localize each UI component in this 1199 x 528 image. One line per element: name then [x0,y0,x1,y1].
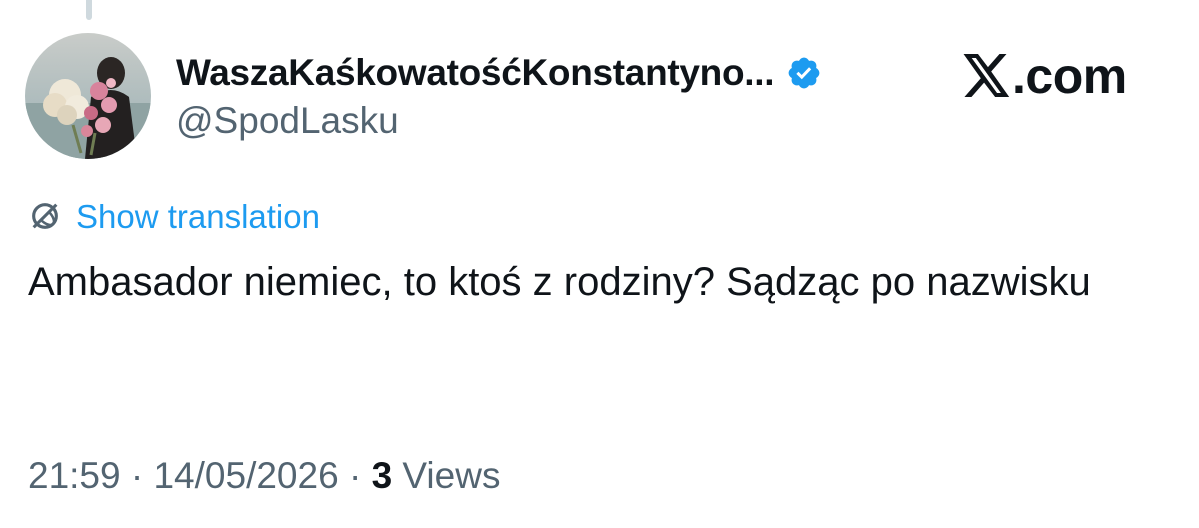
views-count[interactable]: 3 [372,455,393,496]
author-name-row[interactable]: WaszaKaśkowatośćKonstantyno... [176,50,822,96]
tweet-time[interactable]: 21:59 [28,455,121,496]
meta-separator-2: · [348,455,362,496]
views-label[interactable]: Views [402,455,500,496]
author-handle[interactable]: @SpodLasku [176,100,399,142]
tweet-date[interactable]: 14/05/2026 [153,455,338,496]
tweet-text: Ambasador niemiec, to ktoś z rodziny? Są… [28,260,1091,304]
brand-domain-text: .com [1012,48,1127,104]
x-logo-icon [963,53,1011,99]
avatar[interactable] [25,33,151,159]
show-translation-label[interactable]: Show translation [76,198,320,236]
meta-separator: · [130,455,144,496]
x-com-brand: .com [963,48,1127,104]
globe-icon [28,199,64,235]
profile-photo [25,33,151,159]
author-display-name[interactable]: WaszaKaśkowatośćKonstantyno... [176,52,775,94]
tweet-meta: 21:59 · 14/05/2026 · 3 Views [28,455,500,497]
thread-connector-line [86,0,92,20]
show-translation-button[interactable]: Show translation [28,197,320,237]
verified-badge-icon [786,55,822,91]
